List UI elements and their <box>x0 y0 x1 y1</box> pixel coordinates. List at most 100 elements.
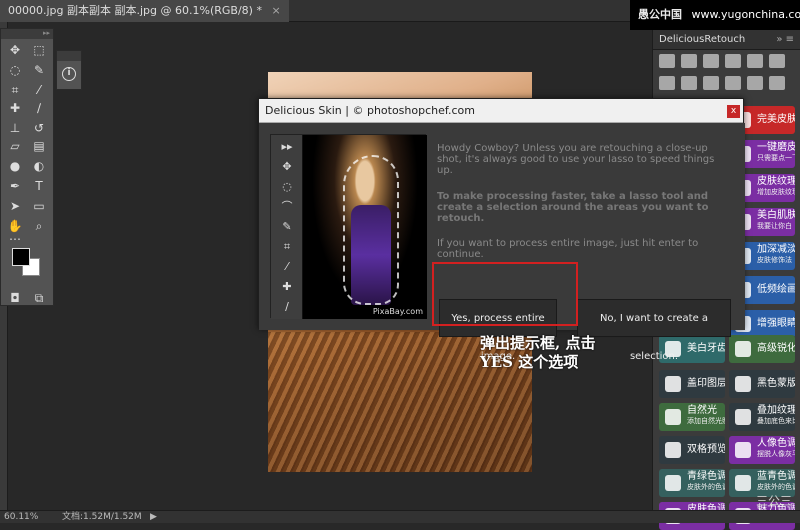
eyedropper-icon[interactable]: ⁄ <box>29 81 49 99</box>
brush-icon[interactable]: ∕ <box>29 99 49 117</box>
more-icon[interactable]: … <box>5 227 25 245</box>
screen-mode-icon[interactable]: ⧉ <box>29 289 49 307</box>
retouch-button-label: 盖印图层 <box>687 378 725 389</box>
retouch-button-label: 蓝青色调 <box>757 471 795 482</box>
highlight-box <box>432 262 578 326</box>
preview-tool-icon: ◌ <box>280 181 294 193</box>
pen-icon[interactable]: ✒ <box>5 177 25 195</box>
dialog-paragraph-3: If you want to process entire image, jus… <box>437 238 733 260</box>
zoom-icon[interactable]: ⌕ <box>29 217 49 235</box>
retouch-button[interactable]: 黑色蒙版 <box>729 370 795 398</box>
panel-header: DeliciousRetouch » ≡ <box>653 30 800 50</box>
retouch-button[interactable]: 自然光添加自然光照 <box>659 403 725 431</box>
blur-icon[interactable]: ● <box>5 157 25 175</box>
retouch-button-label: 低频绘画 <box>757 284 795 295</box>
retouch-button-sublabel: 只需要点一下 <box>757 154 795 163</box>
history-brush-icon[interactable]: ↺ <box>29 119 49 137</box>
adjustment-icon[interactable] <box>769 76 785 90</box>
retouch-button-label: 美白肌肤 <box>757 210 795 221</box>
retouch-button-icon <box>735 475 751 491</box>
retouch-button-label: 加深减淡 <box>757 244 795 255</box>
retouch-button-sublabel: 叠加底色来比 <box>757 417 795 426</box>
dialog-preview-image: ▸▸✥◌⌒✎⌗⁄✚∕ PixaBay.com <box>270 134 426 318</box>
lasso-selection-outline <box>343 155 399 305</box>
preview-tool-icon: ⌗ <box>280 241 294 253</box>
type-icon[interactable]: T <box>29 177 49 195</box>
adjustment-icon[interactable] <box>725 54 741 68</box>
retouch-button[interactable]: 叠加纹理叠加底色来比 <box>729 403 795 431</box>
adjustment-icon[interactable] <box>703 54 719 68</box>
stamp-icon[interactable]: ⊥ <box>5 119 25 137</box>
color-swatches[interactable] <box>12 248 42 278</box>
preview-tool-icon: ⌒ <box>280 201 294 213</box>
retouch-button[interactable]: 青绿色调皮肤外的色调 <box>659 469 725 497</box>
retouch-button-icon <box>735 409 751 425</box>
lasso-icon[interactable]: ◌ <box>5 61 25 79</box>
retouch-button-label: 美白牙齿 <box>687 343 725 354</box>
preview-photo: PixaBay.com <box>303 135 427 319</box>
dialog-paragraph-1: Howdy Cowboy? Unless you are retouching … <box>437 143 733 176</box>
foreground-color-swatch[interactable] <box>12 248 30 266</box>
retouch-button-sublabel: 添加自然光照 <box>687 417 725 426</box>
dialog-paragraph-2: To make processing faster, take a lasso … <box>437 191 733 224</box>
healing-icon[interactable]: ✚ <box>5 99 25 117</box>
dialog-close-button[interactable]: x <box>727 105 740 118</box>
retouch-button-sublabel: 皮肤外的色调 <box>757 483 795 492</box>
preview-tool-icon: ✚ <box>280 281 294 293</box>
annotation-line-1: 弹出提示框, 点击 <box>480 334 595 353</box>
adjustment-icon[interactable] <box>703 76 719 90</box>
adjustment-icon[interactable] <box>659 54 675 68</box>
annotation-text: 弹出提示框, 点击 YES 这个选项 <box>480 334 595 372</box>
tools-panel-grip[interactable]: ▸▸ <box>1 29 53 39</box>
eraser-icon[interactable]: ▱ <box>5 137 25 155</box>
no-create-selection-button[interactable]: No, I want to create a selection. <box>577 299 731 337</box>
dodge-icon[interactable]: ◐ <box>29 157 49 175</box>
preview-tool-icon: ⁄ <box>280 261 294 273</box>
retouch-button-label: 自然光 <box>687 405 717 416</box>
zoom-level[interactable]: 60.11% <box>4 511 38 523</box>
retouch-button-sublabel: 增加皮肤纹理 <box>757 188 795 197</box>
status-menu-arrow[interactable]: ▶ <box>150 511 157 523</box>
move-icon[interactable]: ✥ <box>5 41 25 59</box>
info-icon[interactable]: i <box>62 67 76 81</box>
retouch-button-icon <box>665 376 681 392</box>
retouch-button[interactable]: 高级锐化 <box>729 335 795 363</box>
retouch-button-sublabel: 摆脱人像灰平 <box>757 450 795 459</box>
adjustment-icon[interactable] <box>681 54 697 68</box>
retouch-button-icon <box>665 475 681 491</box>
quick-mask-icon[interactable]: ◘ <box>5 289 25 307</box>
preview-tool-icon: ✥ <box>280 161 294 173</box>
retouch-button[interactable]: 人像色调摆脱人像灰平 <box>729 436 795 464</box>
retouch-button-sublabel: 我要让你白 <box>757 222 792 231</box>
document-size: 文档:1.52M/1.52M <box>62 511 142 523</box>
watermark-url: www.yugonchina.com <box>692 8 800 21</box>
preview-watermark: PixaBay.com <box>373 307 423 316</box>
shape-icon[interactable]: ▭ <box>29 197 49 215</box>
adjustment-icon[interactable] <box>747 76 763 90</box>
adjustment-icon[interactable] <box>747 54 763 68</box>
close-tab-icon[interactable]: × <box>271 4 280 17</box>
document-tab-title: 00000.jpg 副本副本 副本.jpg @ 60.1%(RGB/8) * <box>8 4 262 17</box>
adjustment-icon[interactable] <box>681 76 697 90</box>
retouch-button-label: 叠加纹理 <box>757 405 795 416</box>
watermark-brand: 愚公中国 <box>638 8 682 21</box>
document-tab[interactable]: 00000.jpg 副本副本 副本.jpg @ 60.1%(RGB/8) * × <box>0 0 289 22</box>
crop-icon[interactable]: ⌗ <box>5 81 25 99</box>
gradient-icon[interactable]: ▤ <box>29 137 49 155</box>
dialog-title: Delicious Skin | © photoshopchef.com <box>259 99 743 123</box>
annotation-line-2: YES 这个选项 <box>480 353 595 372</box>
panel-title: DeliciousRetouch <box>659 34 745 45</box>
panel-menu-icon[interactable]: » ≡ <box>776 30 794 50</box>
quick-select-icon[interactable]: ✎ <box>29 61 49 79</box>
info-mini-panel: i <box>56 50 82 90</box>
site-watermark: 愚公中国 www.yugonchina.com <box>630 0 800 30</box>
marquee-icon[interactable]: ⬚ <box>29 41 49 59</box>
path-select-icon[interactable]: ➤ <box>5 197 25 215</box>
adjustment-icon[interactable] <box>725 76 741 90</box>
retouch-button[interactable]: 双格预览 <box>659 436 725 464</box>
retouch-button-icon <box>735 341 751 357</box>
mini-panel-grip[interactable] <box>57 51 81 61</box>
adjustment-icon[interactable] <box>769 54 785 68</box>
retouch-button-label: 双格预览 <box>687 444 725 455</box>
adjustment-icon[interactable] <box>659 76 675 90</box>
